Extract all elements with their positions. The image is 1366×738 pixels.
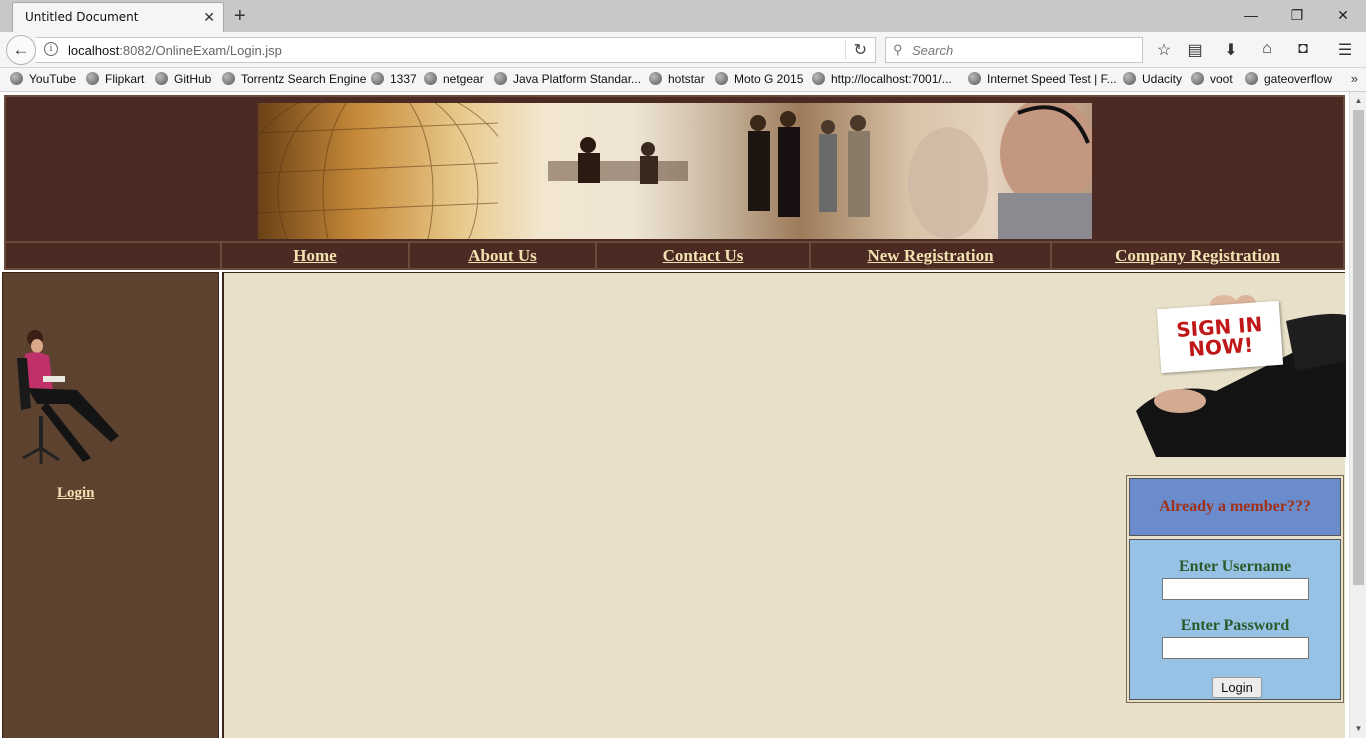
scroll-down-icon[interactable]: ▼: [1350, 724, 1366, 733]
bookmark-item[interactable]: http://localhost:7001/...: [812, 72, 952, 86]
restore-icon[interactable]: ❐: [1274, 4, 1320, 28]
bookmark-star-icon[interactable]: ☆: [1153, 40, 1175, 60]
globe-icon: [86, 72, 99, 85]
globe-icon: [424, 72, 437, 85]
bookmark-item[interactable]: Flipkart: [86, 72, 144, 86]
bookmark-item[interactable]: voot: [1191, 72, 1233, 86]
password-label: Enter Password: [1180, 617, 1290, 634]
nav-link-company-registration[interactable]: Company Registration: [1115, 246, 1280, 265]
url-bar[interactable]: i localhost:8082/OnlineExam/Login.jsp ↻: [36, 37, 876, 63]
username-field[interactable]: [1162, 578, 1309, 600]
bookmark-item[interactable]: Internet Speed Test | F...: [968, 72, 1117, 86]
globe-icon: [812, 72, 825, 85]
bookmark-item[interactable]: Udacity: [1123, 72, 1182, 86]
scroll-up-icon[interactable]: ▲: [1350, 96, 1366, 105]
new-tab-icon[interactable]: +: [234, 5, 246, 28]
globe-icon: [1191, 72, 1204, 85]
bookmark-item[interactable]: Moto G 2015: [715, 72, 803, 86]
nav-link-home[interactable]: Home: [293, 246, 336, 265]
login-form: Enter Username Enter Password Login: [1129, 539, 1341, 700]
bookmark-item[interactable]: Torrentz Search Engine: [222, 72, 366, 86]
nav-home: Home: [220, 243, 408, 268]
back-icon[interactable]: ←: [6, 35, 36, 65]
globe-icon: [371, 72, 384, 85]
globe-icon: [715, 72, 728, 85]
nav-link-about-us[interactable]: About Us: [468, 246, 537, 265]
globe-icon: [222, 72, 235, 85]
seated-woman-image: [17, 330, 119, 464]
download-icon[interactable]: ⬇: [1220, 40, 1242, 60]
sidebar-login-link[interactable]: Login: [57, 485, 95, 502]
nav-new-registration: New Registration: [809, 243, 1050, 268]
url-host: localhost: [68, 43, 120, 58]
reload-icon[interactable]: ↻: [844, 40, 867, 60]
login-panel-header: Already a member???: [1129, 478, 1341, 536]
bookmark-item[interactable]: 1337: [371, 72, 417, 86]
bookmark-item[interactable]: Java Platform Standar...: [494, 72, 641, 86]
nav-link-contact-us[interactable]: Contact Us: [663, 246, 744, 265]
minimize-icon[interactable]: ―: [1228, 4, 1274, 28]
nav-contact: Contact Us: [595, 243, 809, 268]
active-tab[interactable]: Untitled Document ✕: [12, 2, 224, 32]
search-placeholder: Search: [912, 43, 954, 58]
globe-icon: [968, 72, 981, 85]
nav-link-new-registration[interactable]: New Registration: [867, 246, 993, 265]
username-label: Enter Username: [1178, 558, 1292, 575]
main-content: SIGN IN NOW! Already a member??? Enter U…: [222, 272, 1346, 738]
globe-graphic: [258, 103, 498, 239]
vertical-scrollbar[interactable]: ▲ ▼: [1349, 92, 1366, 738]
left-sidebar: Login: [2, 272, 219, 738]
tab-title: Untitled Document: [25, 10, 139, 24]
business-people-graphic: [548, 103, 1092, 239]
window-close-icon[interactable]: ✕: [1320, 4, 1366, 28]
password-field[interactable]: [1162, 637, 1309, 659]
chevron-right-icon[interactable]: »: [1351, 71, 1358, 86]
search-icon: ⚲: [893, 42, 903, 57]
site-header: Home About Us Contact Us New Registratio…: [4, 95, 1345, 270]
navigation-toolbar: ← i localhost:8082/OnlineExam/Login.jsp …: [0, 32, 1366, 68]
search-input[interactable]: ⚲ Search: [885, 37, 1143, 63]
globe-icon: [1123, 72, 1136, 85]
url-path: :8082/OnlineExam/Login.jsp: [119, 43, 282, 58]
info-icon[interactable]: i: [44, 42, 58, 56]
bookmark-item[interactable]: hotstar: [649, 72, 705, 86]
reading-list-icon[interactable]: ▤: [1184, 40, 1206, 60]
login-panel: Already a member??? Enter Username Enter…: [1126, 475, 1344, 703]
home-icon[interactable]: ⌂: [1256, 40, 1278, 58]
menu-icon[interactable]: ☰: [1334, 40, 1356, 60]
page-viewport: Home About Us Contact Us New Registratio…: [0, 92, 1349, 738]
header-banner-image: [258, 103, 1092, 239]
sign-in-card: SIGN IN NOW!: [1156, 300, 1284, 374]
url-text[interactable]: localhost:8082/OnlineExam/Login.jsp: [68, 43, 282, 58]
bookmark-item[interactable]: YouTube: [10, 72, 76, 86]
login-button[interactable]: Login: [1212, 677, 1262, 698]
bookmark-item[interactable]: gateoverflow: [1245, 72, 1332, 86]
globe-icon: [649, 72, 662, 85]
globe-icon: [494, 72, 507, 85]
already-member-heading: Already a member???: [1159, 498, 1311, 515]
main-nav: Home About Us Contact Us New Registratio…: [6, 241, 1343, 268]
scrollbar-thumb[interactable]: [1353, 110, 1364, 585]
nav-about: About Us: [408, 243, 595, 268]
globe-icon: [10, 72, 23, 85]
nav-company-registration: Company Registration: [1050, 243, 1343, 268]
close-tab-icon[interactable]: ✕: [203, 9, 215, 26]
globe-icon: [155, 72, 168, 85]
pocket-icon[interactable]: ◘: [1292, 40, 1314, 58]
globe-icon: [1245, 72, 1258, 85]
bookmark-item[interactable]: GitHub: [155, 72, 211, 86]
bookmarks-toolbar: YouTube Flipkart GitHub Torrentz Search …: [0, 68, 1366, 92]
tab-bar: Untitled Document ✕ + ― ❐ ✕: [0, 0, 1366, 32]
bookmark-item[interactable]: netgear: [424, 72, 484, 86]
